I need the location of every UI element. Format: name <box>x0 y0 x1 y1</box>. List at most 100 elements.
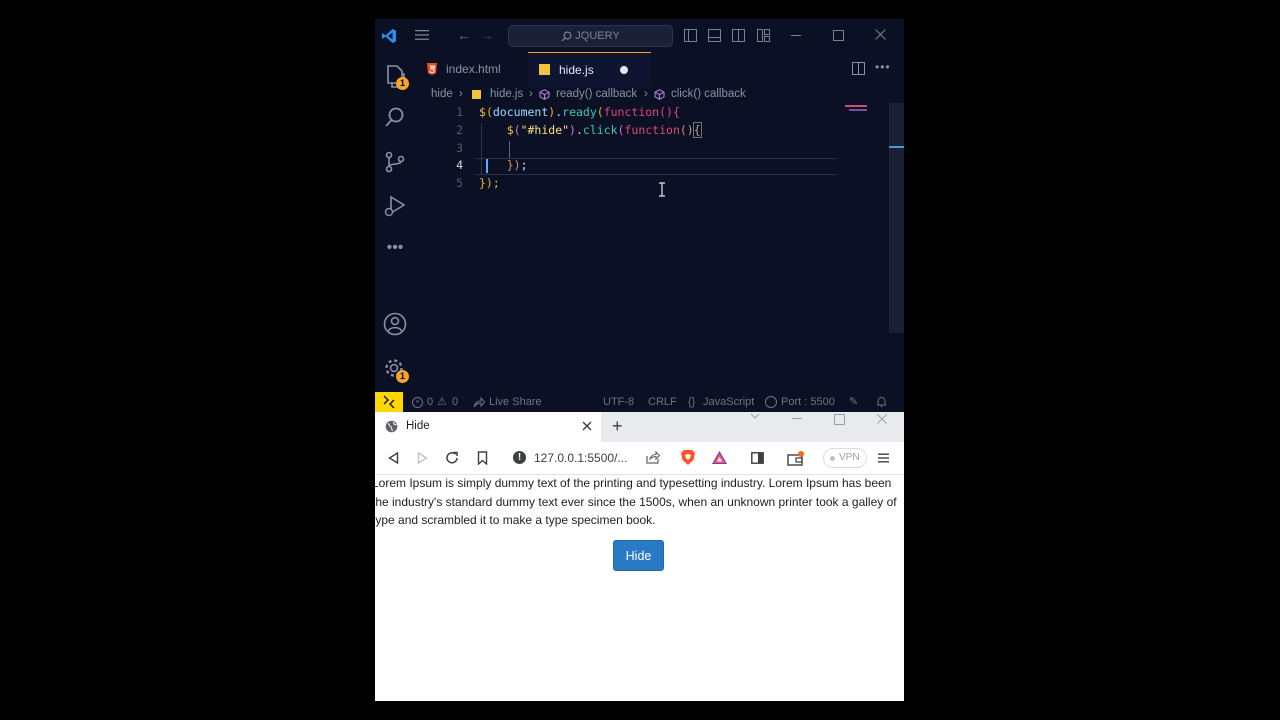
code-line-4: }); <box>506 158 528 172</box>
activity-bar: 1 ••• 1 <box>375 52 415 392</box>
menu-icon[interactable] <box>415 29 429 41</box>
run-debug-icon[interactable] <box>382 193 408 219</box>
eol-indicator[interactable]: CRLF <box>648 392 677 412</box>
share-icon[interactable] <box>646 451 660 464</box>
breadcrumb-file[interactable]: hide.js <box>490 86 523 103</box>
account-icon[interactable] <box>382 311 408 337</box>
web-page: Lorem Ipsum is simply dummy text of the … <box>375 475 904 701</box>
braces-icon: {} <box>688 396 696 408</box>
remote-indicator[interactable] <box>375 392 403 412</box>
feedback-icon[interactable]: ✎ <box>849 392 858 412</box>
breadcrumb-symbol-ready[interactable]: ready() callback <box>556 86 637 103</box>
chevron-right-icon: › <box>459 88 463 100</box>
live-share-label[interactable]: Live Share <box>489 392 542 412</box>
tab-index-html[interactable]: index.html <box>415 52 527 86</box>
port-icon[interactable] <box>765 396 777 408</box>
text-i-beam-cursor-icon <box>658 182 666 197</box>
customize-layout-icon[interactable] <box>757 29 770 42</box>
browser-tab-strip: Hide + <box>375 412 904 442</box>
more-icon[interactable]: ••• <box>382 238 408 264</box>
maximize-icon[interactable] <box>833 30 844 41</box>
tab-hide-js[interactable]: hide.js <box>528 52 651 87</box>
line-number: 5 <box>456 176 463 190</box>
unsaved-dot-icon[interactable] <box>620 66 628 74</box>
browser-close-icon[interactable] <box>877 414 887 424</box>
site-info-icon[interactable]: ! <box>513 451 526 464</box>
notifications-bell-icon[interactable] <box>876 396 887 408</box>
close-icon[interactable] <box>875 29 886 40</box>
js-file-icon <box>539 64 550 75</box>
tab-search-chevron-icon[interactable] <box>750 413 760 419</box>
line-number: 1 <box>456 105 463 119</box>
bookmark-icon[interactable] <box>477 451 488 465</box>
line-number: 4 <box>456 158 463 172</box>
vpn-button[interactable]: VPN <box>823 448 867 468</box>
back-icon[interactable] <box>388 452 399 464</box>
sidebar-toggle-icon[interactable] <box>751 452 764 464</box>
indent-guide <box>509 141 510 158</box>
back-arrow-icon[interactable]: ← <box>457 27 471 43</box>
editor-tabs: index.html hide.js ••• <box>415 52 904 87</box>
code-editor[interactable]: 1 2 3 4 5 $(document).ready(function(){ … <box>415 103 885 383</box>
warning-icon[interactable]: ⚠ <box>437 392 447 412</box>
vpn-status-dot-icon <box>830 456 835 461</box>
breadcrumb-folder[interactable]: hide <box>431 86 453 103</box>
browser-minimize-icon[interactable] <box>792 418 802 419</box>
search-icon <box>561 31 572 42</box>
settings-badge: 1 <box>396 370 409 383</box>
toggle-sidebar-icon[interactable] <box>684 29 697 42</box>
title-bar: ← → JQUERY <box>375 19 904 52</box>
explorer-icon[interactable]: 1 <box>382 63 409 90</box>
browser-toolbar: ! 127.0.0.1:5500/... VPN <box>375 442 904 475</box>
browser-tab[interactable]: Hide <box>375 412 601 442</box>
browser-window: Hide + ! 127.0.0.1:5500/... VPN Lorem Ip… <box>375 412 904 701</box>
settings-gear-icon[interactable]: 1 <box>382 356 409 383</box>
close-tab-icon[interactable] <box>582 421 592 431</box>
code-line-1: $(document).ready(function(){ <box>479 105 680 119</box>
globe-icon <box>385 420 398 433</box>
tab-label: index.html <box>446 62 501 76</box>
split-editor-icon[interactable] <box>852 62 865 75</box>
vscode-logo-icon <box>381 28 397 44</box>
forward-icon[interactable] <box>417 452 428 464</box>
symbol-method-icon <box>539 89 550 100</box>
breadcrumb-symbol-click[interactable]: click() callback <box>671 86 746 103</box>
toggle-secondary-sidebar-icon[interactable] <box>732 29 745 42</box>
command-center-search[interactable]: JQUERY <box>508 25 673 47</box>
current-line-highlight <box>475 158 836 175</box>
hide-button[interactable]: Hide <box>613 540 664 571</box>
minimap[interactable] <box>841 103 881 383</box>
warning-count[interactable]: 0 <box>452 392 458 412</box>
reload-icon[interactable] <box>445 451 459 465</box>
forward-arrow-icon[interactable]: → <box>480 27 494 43</box>
more-actions-icon[interactable]: ••• <box>875 60 891 74</box>
brave-shields-icon[interactable] <box>680 449 696 466</box>
chevron-right-icon: › <box>529 88 533 100</box>
brave-rewards-icon[interactable] <box>711 450 728 465</box>
code-line-2: $("#hide").click(function(){ <box>506 122 702 138</box>
encoding-indicator[interactable]: UTF-8 <box>603 392 634 412</box>
minimize-icon[interactable] <box>791 35 801 36</box>
breadcrumb: hide › hide.js › ready() callback › clic… <box>415 86 904 103</box>
vpn-label: VPN <box>839 452 860 463</box>
explorer-badge: 1 <box>396 77 409 90</box>
lorem-paragraph: Lorem Ipsum is simply dummy text of the … <box>375 476 897 527</box>
error-icon[interactable]: × <box>412 397 423 408</box>
error-count[interactable]: 0 <box>427 392 433 412</box>
browser-maximize-icon[interactable] <box>834 414 845 425</box>
source-control-icon[interactable] <box>382 149 408 175</box>
url-field[interactable]: 127.0.0.1:5500/... <box>534 451 627 465</box>
live-share-icon[interactable] <box>473 397 485 408</box>
line-number: 3 <box>456 141 463 155</box>
vertical-scrollbar[interactable] <box>889 103 904 333</box>
line-number: 2 <box>456 123 463 137</box>
chevron-right-icon: › <box>644 88 648 100</box>
wallet-icon[interactable] <box>787 451 805 467</box>
toggle-panel-icon[interactable] <box>708 29 721 42</box>
live-server-port[interactable]: Port : 5500 <box>781 392 835 412</box>
browser-menu-icon[interactable] <box>878 453 889 463</box>
language-mode[interactable]: JavaScript <box>703 392 754 412</box>
html-file-icon <box>427 63 437 75</box>
search-icon[interactable] <box>382 105 408 131</box>
new-tab-icon[interactable]: + <box>612 416 623 436</box>
